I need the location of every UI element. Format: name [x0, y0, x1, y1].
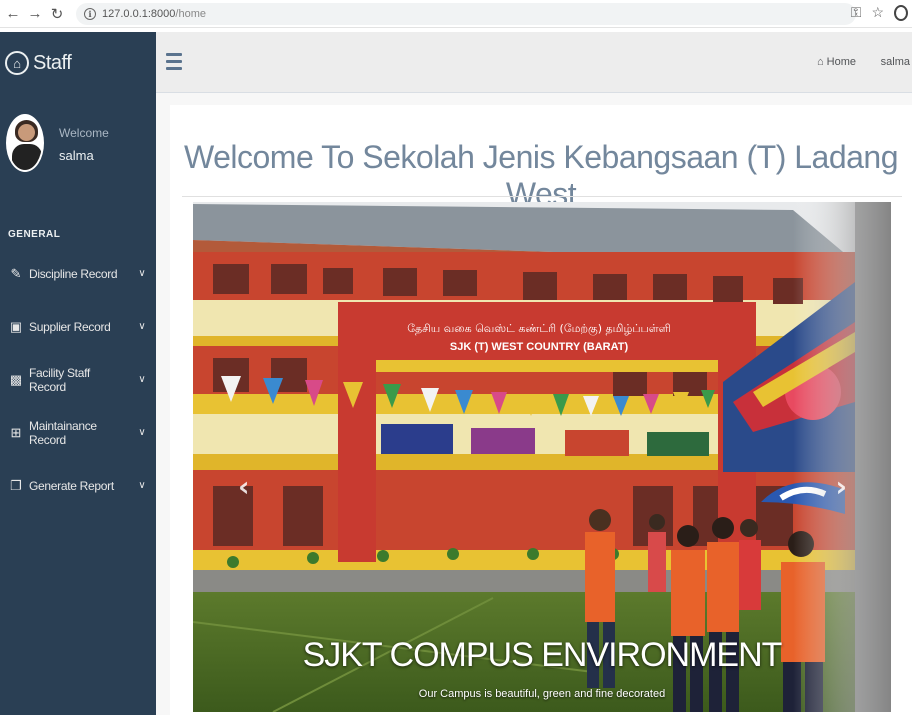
sidebar-menu: ✎ Discipline Record ∨ ▣ Supplier Record …	[0, 247, 156, 512]
sidebar-item-label: Maintainance Record	[29, 418, 97, 447]
brand[interactable]: ⌂ Staff	[0, 32, 156, 94]
back-icon[interactable]: ←	[2, 5, 24, 22]
username: salma	[59, 148, 94, 163]
profile-box: Welcome salma	[0, 94, 156, 234]
url-host: 127.0.0.1:8000	[102, 7, 176, 20]
chevron-down-icon: ∨	[138, 321, 146, 332]
carousel-caption-text: Our Campus is beautiful, green and fine …	[418, 688, 666, 700]
image-carousel[interactable]: தேசிய வகை வெஸ்ட் கண்ட்ரி (மேற்கு) தமிழ்ப…	[193, 202, 891, 712]
sidebar-item-label: Facility Staff Record	[29, 365, 90, 394]
top-nav: ⌂ Home salma	[156, 32, 912, 93]
home-icon: ⌂	[5, 51, 29, 75]
edit-icon: ✎	[10, 265, 22, 281]
chevron-down-icon: ∨	[138, 374, 146, 385]
carousel-caption-title: SJKT COMPUS ENVIRONMENT	[302, 636, 783, 674]
browser-toolbar: ← → ↻ i 127.0.0.1:8000/home ⚿ ☆	[0, 0, 912, 28]
menu-toggle-icon[interactable]	[166, 53, 182, 71]
divider	[182, 196, 902, 197]
avatar	[6, 114, 44, 172]
bar-chart-icon: ▩	[9, 371, 23, 387]
sidebar-item-supplier-record[interactable]: ▣ Supplier Record ∨	[0, 300, 156, 353]
star-icon[interactable]: ☆	[871, 4, 884, 21]
nav-user-menu[interactable]: salma	[881, 56, 910, 68]
chevron-down-icon: ∨	[138, 268, 146, 279]
chevron-down-icon: ∨	[138, 480, 146, 491]
sidebar-item-discipline-record[interactable]: ✎ Discipline Record ∨	[0, 247, 156, 300]
brand-title: Staff	[33, 51, 72, 74]
content-panel: Welcome To Sekolah Jenis Kebangsaan (T) …	[170, 105, 912, 715]
carousel-next-icon[interactable]: ›	[835, 470, 847, 503]
welcome-label: Welcome	[59, 126, 109, 140]
carousel-prev-icon[interactable]: ‹	[238, 470, 250, 503]
info-icon[interactable]: i	[84, 7, 96, 20]
url-path: /home	[175, 7, 206, 20]
table-icon: ⊞	[10, 424, 22, 440]
sign-text: SJK (T) WEST COUNTRY (BARAT)	[450, 341, 629, 353]
forward-icon[interactable]: →	[24, 5, 46, 22]
sidebar: ⌂ Staff Welcome salma GENERAL ✎ Discipli…	[0, 32, 156, 715]
main-content: Welcome To Sekolah Jenis Kebangsaan (T) …	[156, 93, 912, 715]
sidebar-item-facility-staff-record[interactable]: ▩ Facility Staff Record ∨	[0, 353, 156, 406]
sidebar-item-label: Supplier Record	[29, 319, 111, 334]
desktop-icon: ▣	[9, 318, 23, 334]
reload-icon[interactable]: ↻	[46, 5, 68, 23]
clone-icon: ❐	[10, 477, 22, 493]
sidebar-item-generate-report[interactable]: ❐ Generate Report ∨	[0, 459, 156, 512]
sidebar-item-maintainance-record[interactable]: ⊞ Maintainance Record ∨	[0, 406, 156, 459]
profile-icon[interactable]	[894, 4, 908, 21]
home-icon: ⌂	[816, 56, 824, 68]
section-title: GENERAL	[8, 229, 61, 240]
sidebar-item-label: Discipline Record	[29, 266, 118, 281]
chevron-down-icon: ∨	[138, 427, 146, 438]
sidebar-item-label: Generate Report	[29, 478, 114, 493]
sign-tamil: தேசிய வகை வெஸ்ட் கண்ட்ரி (மேற்கு) தமிழ்ப…	[407, 322, 671, 337]
nav-home-link[interactable]: ⌂ Home	[817, 56, 856, 68]
address-bar[interactable]: i 127.0.0.1:8000/home	[76, 2, 856, 25]
key-icon[interactable]: ⚿	[851, 4, 862, 21]
